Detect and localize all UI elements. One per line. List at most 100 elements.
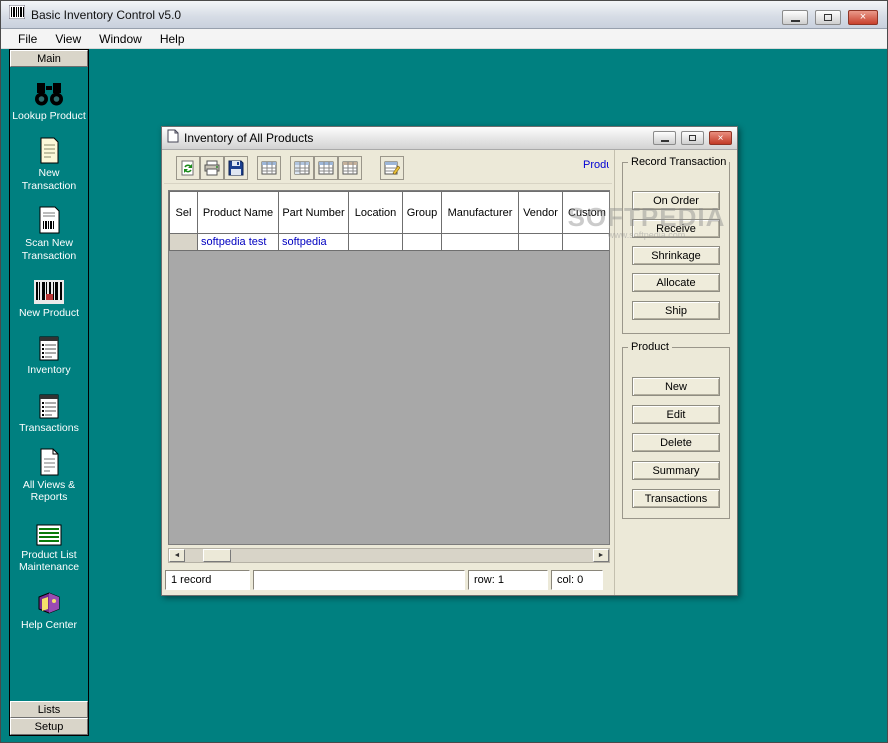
- column-header-group[interactable]: Group: [403, 192, 442, 234]
- view-1-button[interactable]: [290, 156, 314, 180]
- edit-button[interactable]: Edit: [632, 405, 720, 424]
- close-button[interactable]: ×: [848, 10, 878, 25]
- menu-view[interactable]: View: [46, 30, 90, 48]
- table-icon: [342, 161, 358, 175]
- status-message: [253, 570, 465, 590]
- sidebar-tab-main[interactable]: Main: [10, 50, 88, 67]
- sidebar-item-label: Scan New Transaction: [11, 237, 87, 262]
- on-order-button[interactable]: On Order: [632, 191, 720, 210]
- shrinkage-button[interactable]: Shrinkage: [632, 246, 720, 265]
- table-icon: [261, 161, 277, 175]
- column-header-manufacturer[interactable]: Manufacturer: [442, 192, 519, 234]
- floppy-icon: [228, 160, 244, 176]
- inventory-window-title: Inventory of All Products: [184, 131, 313, 145]
- receive-button[interactable]: Receive: [632, 219, 720, 238]
- maximize-button[interactable]: [815, 10, 841, 25]
- print-button[interactable]: [200, 156, 224, 180]
- cell-manufacturer[interactable]: [442, 234, 519, 251]
- titlebar: Basic Inventory Control v5.0 ×: [1, 1, 887, 29]
- sidebar-item-transactions[interactable]: Transactions: [11, 391, 87, 434]
- column-header-location[interactable]: Location: [349, 192, 403, 234]
- allocate-button[interactable]: Allocate: [632, 273, 720, 292]
- sidebar-item-label: All Views & Reports: [11, 479, 87, 504]
- sidebar-item-new-product[interactable]: New Product: [11, 276, 87, 319]
- scrollbar-thumb[interactable]: [203, 549, 231, 562]
- close-icon: ×: [718, 133, 724, 144]
- table-edit-icon: [384, 161, 400, 175]
- report-document-icon: [38, 448, 60, 476]
- window-title: Basic Inventory Control v5.0: [31, 8, 181, 22]
- status-row-indicator: row: 1: [468, 570, 548, 590]
- column-header-sel[interactable]: Sel: [170, 192, 198, 234]
- scroll-right-button[interactable]: ►: [593, 549, 609, 562]
- document-icon: [167, 129, 179, 148]
- save-button[interactable]: [224, 156, 248, 180]
- maximize-icon: [824, 14, 832, 21]
- transactions-button[interactable]: Transactions: [632, 489, 720, 508]
- receipt-icon: [38, 136, 60, 164]
- column-header-part-number[interactable]: Part Number: [279, 192, 349, 234]
- sidebar-item-label: Product List Maintenance: [11, 549, 87, 574]
- scan-document-icon: [37, 206, 61, 234]
- action-panel: Record Transaction On Order Receive Shri…: [614, 150, 737, 595]
- scrollbar-track[interactable]: [231, 549, 593, 562]
- cell-part-number[interactable]: softpedia: [279, 234, 349, 251]
- child-minimize-button[interactable]: [653, 131, 676, 145]
- sidebar-item-lookup-product[interactable]: Lookup Product: [11, 79, 87, 122]
- menu-help[interactable]: Help: [151, 30, 194, 48]
- menu-file[interactable]: File: [9, 30, 46, 48]
- product-group: Product New Edit Delete Summary Transact…: [622, 347, 730, 519]
- menubar: File View Window Help: [1, 29, 887, 49]
- cell-location[interactable]: [349, 234, 403, 251]
- sidebar-item-label: New Product: [19, 307, 79, 319]
- cell-vendor[interactable]: [519, 234, 563, 251]
- sidebar-tab-lists[interactable]: Lists: [10, 701, 88, 718]
- sidebar-item-new-transaction[interactable]: New Transaction: [11, 136, 87, 192]
- edit-view-button[interactable]: [380, 156, 404, 180]
- table-icon: [294, 161, 310, 175]
- view-2-button[interactable]: [314, 156, 338, 180]
- scrollbar-track[interactable]: [185, 549, 203, 562]
- column-header-custom[interactable]: Custom: [563, 192, 611, 234]
- sidebar-item-label: Transactions: [19, 422, 79, 434]
- sidebar-item-all-views-reports[interactable]: All Views & Reports: [11, 448, 87, 504]
- refresh-button[interactable]: [176, 156, 200, 180]
- delete-button[interactable]: Delete: [632, 433, 720, 452]
- child-close-button[interactable]: ×: [709, 131, 732, 145]
- row-selector-cell[interactable]: [170, 234, 198, 251]
- minimize-icon: [661, 140, 669, 142]
- sidebar-item-help-center[interactable]: Help Center: [11, 588, 87, 631]
- status-col-indicator: col: 0: [551, 570, 603, 590]
- table-row[interactable]: softpedia test softpedia: [170, 234, 611, 251]
- group-title: Product: [628, 341, 672, 353]
- cell-group[interactable]: [403, 234, 442, 251]
- inventory-window-body: Produ Sel Product Name Part Number Locat…: [162, 150, 737, 595]
- sidebar-item-inventory[interactable]: Inventory: [11, 333, 87, 376]
- horizontal-scrollbar: ◄ ►: [168, 548, 610, 563]
- menu-window[interactable]: Window: [90, 30, 151, 48]
- notepad-icon: [38, 391, 60, 419]
- minimize-button[interactable]: [782, 10, 808, 25]
- column-header-product-name[interactable]: Product Name: [198, 192, 279, 234]
- binoculars-icon: [34, 79, 64, 107]
- sidebar-item-label: New Transaction: [11, 167, 87, 192]
- grid-view-button[interactable]: [257, 156, 281, 180]
- new-button[interactable]: New: [632, 377, 720, 396]
- refresh-icon: [180, 160, 196, 176]
- cell-custom[interactable]: [563, 234, 611, 251]
- sidebar-item-scan-new-transaction[interactable]: Scan New Transaction: [11, 206, 87, 262]
- products-table: Sel Product Name Part Number Location Gr…: [169, 191, 610, 251]
- scroll-left-button[interactable]: ◄: [169, 549, 185, 562]
- child-maximize-button[interactable]: [681, 131, 704, 145]
- column-header-vendor[interactable]: Vendor: [519, 192, 563, 234]
- ship-button[interactable]: Ship: [632, 301, 720, 320]
- sidebar-item-product-list-maintenance[interactable]: Product List Maintenance: [11, 518, 87, 574]
- summary-button[interactable]: Summary: [632, 461, 720, 480]
- sidebar-tab-setup[interactable]: Setup: [10, 718, 88, 735]
- table-header-row: Sel Product Name Part Number Location Gr…: [170, 192, 611, 234]
- inventory-window: Inventory of All Products ×: [161, 126, 738, 596]
- view-3-button[interactable]: [338, 156, 362, 180]
- cell-product-name[interactable]: softpedia test: [198, 234, 279, 251]
- close-icon: ×: [860, 12, 866, 23]
- product-link[interactable]: Produ: [583, 159, 609, 171]
